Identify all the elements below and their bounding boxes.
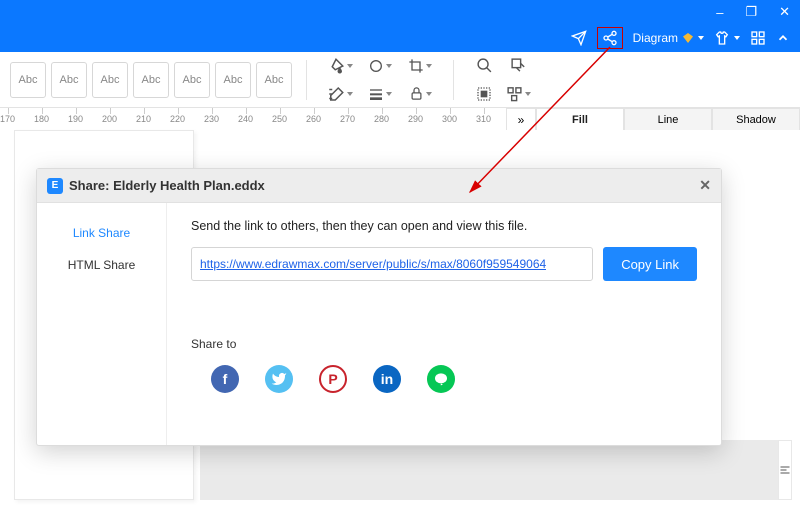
dialog-sidebar: Link Share HTML Share [37, 203, 167, 445]
line-weight-icon[interactable] [361, 86, 399, 102]
tshirt-icon[interactable] [714, 30, 740, 46]
dialog-main: Send the link to others, then they can o… [167, 203, 721, 445]
sidebar-item-link-share[interactable]: Link Share [37, 217, 166, 249]
collapse-ribbon-icon[interactable] [776, 31, 790, 45]
format-tools [321, 54, 439, 106]
dialog-header: E Share: Elderly Health Plan.eddx ✕ [37, 169, 721, 203]
share-dialog: E Share: Elderly Health Plan.eddx ✕ Link… [36, 168, 722, 446]
apps-icon[interactable] [750, 30, 766, 46]
tab-line[interactable]: Line [624, 108, 712, 130]
send-icon[interactable] [571, 30, 587, 46]
ruler-row: 1701801902002102202302402502602702802903… [0, 108, 800, 130]
toolbar: AbcAbcAbcAbcAbcAbcAbc [0, 52, 800, 108]
style-preset[interactable]: Abc [51, 62, 87, 98]
share-icon[interactable] [597, 27, 623, 49]
canvas-background [200, 440, 790, 500]
linkedin-icon[interactable]: in [373, 365, 401, 393]
window-minimize[interactable]: – [716, 5, 723, 20]
tab-fill[interactable]: Fill [536, 108, 624, 130]
share-link-field[interactable]: https://www.edrawmax.com/server/public/s… [191, 247, 593, 281]
social-row: f P in [191, 365, 697, 393]
line-icon[interactable] [427, 365, 455, 393]
diagram-menu[interactable]: Diagram [633, 31, 704, 45]
style-presets: AbcAbcAbcAbcAbcAbcAbc [10, 62, 292, 98]
copy-link-button[interactable]: Copy Link [603, 247, 697, 281]
find-tools [468, 54, 534, 106]
twitter-icon[interactable] [265, 365, 293, 393]
style-preset[interactable]: Abc [174, 62, 210, 98]
replace-icon[interactable] [502, 54, 534, 78]
divider [453, 60, 454, 100]
collapse-panel-button[interactable]: » [506, 108, 536, 130]
fill-bucket-icon[interactable] [321, 57, 359, 75]
crop-icon[interactable] [401, 58, 439, 74]
tab-shadow[interactable]: Shadow [712, 108, 800, 130]
layout-icon[interactable] [502, 82, 534, 106]
line-style-icon[interactable] [321, 85, 359, 103]
window-close[interactable]: ✕ [779, 4, 790, 20]
search-icon[interactable] [468, 54, 500, 78]
divider [306, 60, 307, 100]
style-preset[interactable]: Abc [10, 62, 46, 98]
window-maximize[interactable]: ❐ [745, 4, 757, 20]
shape-outline-icon[interactable] [361, 58, 399, 74]
lock-icon[interactable] [401, 86, 439, 101]
toggle-panel-icon[interactable] [778, 440, 792, 500]
style-preset[interactable]: Abc [215, 62, 251, 98]
dialog-title: Share: Elderly Health Plan.eddx [69, 178, 265, 193]
menubar: Diagram [0, 24, 800, 52]
share-to-label: Share to [191, 337, 697, 351]
share-instruction: Send the link to others, then they can o… [191, 219, 697, 233]
select-all-icon[interactable] [468, 82, 500, 106]
share-link[interactable]: https://www.edrawmax.com/server/public/s… [200, 257, 546, 271]
style-preset[interactable]: Abc [92, 62, 128, 98]
pinterest-icon[interactable]: P [319, 365, 347, 393]
titlebar: – ❐ ✕ [0, 0, 800, 24]
facebook-icon[interactable]: f [211, 365, 239, 393]
side-panel-tabs: » Fill Line Shadow [506, 108, 800, 130]
style-preset[interactable]: Abc [256, 62, 292, 98]
style-preset[interactable]: Abc [133, 62, 169, 98]
sidebar-item-html-share[interactable]: HTML Share [37, 249, 166, 281]
app-logo-icon: E [47, 178, 63, 194]
dialog-close-button[interactable]: ✕ [699, 177, 711, 194]
